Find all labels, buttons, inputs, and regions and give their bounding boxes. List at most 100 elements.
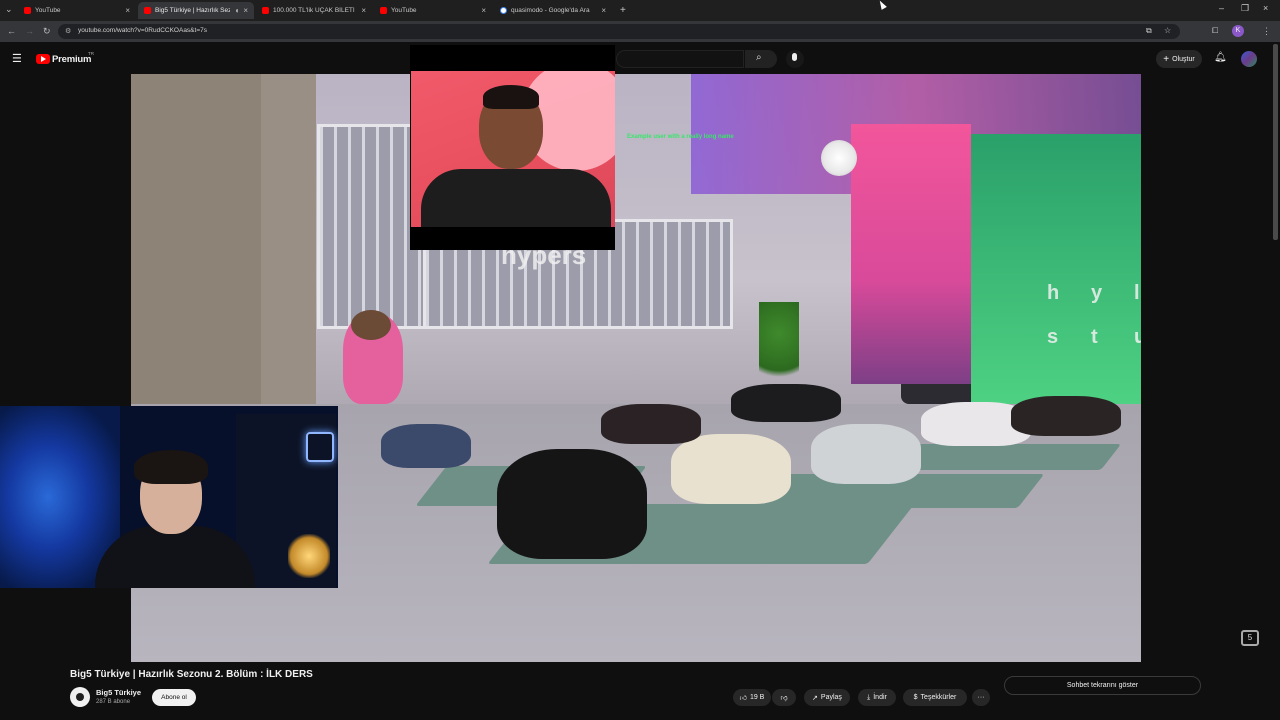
microphone-icon (792, 53, 797, 61)
video-student (1011, 396, 1121, 436)
browser-menu-icon[interactable]: ⋮ (1262, 26, 1271, 37)
tab-title: YouTube (391, 7, 417, 14)
video-wall-letter: l (1134, 282, 1140, 304)
overlay-person-shirt (421, 169, 611, 227)
notifications-bell-icon[interactable]: 🔔︎ (1214, 52, 1227, 63)
video-pink-wall (851, 124, 971, 384)
profile-avatar[interactable]: K (1232, 25, 1244, 37)
download-icon: ⤓ (867, 693, 871, 701)
address-bar[interactable]: ⚙ youtube.com/watch?v=0RudCCKOAas&t=7s ☆… (58, 24, 1180, 39)
like-button[interactable]: 👍︎ 19 B (733, 689, 771, 706)
reload-icon[interactable]: ↻ (43, 26, 51, 37)
hamburger-menu-icon[interactable]: ☰ (12, 52, 22, 65)
channel-avatar[interactable] (70, 687, 90, 707)
super-thanks-icon: $ (913, 694, 918, 701)
like-count: 19 B (749, 694, 765, 701)
video-student (731, 384, 841, 422)
region-badge: TR (88, 51, 94, 56)
share-button[interactable]: ↗ Paylaş (804, 689, 850, 706)
minimize-icon[interactable]: – (1219, 3, 1224, 13)
browser-tab-3[interactable]: 100.000 TL'lik UÇAK BİLETİ İle × (256, 2, 372, 19)
video-instructor-head (351, 310, 391, 340)
create-button[interactable]: + Oluştur (1156, 50, 1202, 68)
browser-tab-5[interactable]: quasimodo - Google'da Ara × (494, 2, 612, 19)
plus-icon: + (1163, 53, 1170, 65)
thumbs-down-icon: 👎︎ (780, 695, 788, 702)
video-lamp (821, 140, 857, 176)
subscriber-count: 287 B abone (96, 699, 131, 705)
page-scrollbar[interactable] (1273, 44, 1278, 240)
browser-tab-1[interactable]: YouTube × (18, 2, 136, 19)
video-wall-letter: s (1047, 326, 1059, 348)
thanks-label: Teşekkürler (920, 694, 957, 701)
site-info-icon[interactable]: ⚙ (65, 27, 71, 35)
video-student (497, 449, 647, 559)
more-actions-button[interactable]: ··· (972, 689, 990, 706)
tab-search-icon[interactable]: ⌄ (5, 4, 13, 15)
video-wall-left (131, 74, 261, 404)
close-tab-icon[interactable]: × (481, 6, 486, 15)
thumbs-up-icon: 👍︎ (739, 695, 747, 702)
video-wall-pillar (261, 74, 316, 404)
youtube-icon (144, 7, 151, 14)
close-window-icon[interactable]: × (1263, 3, 1268, 13)
restore-icon[interactable]: ❐ (1241, 3, 1249, 14)
search-input[interactable] (616, 50, 744, 68)
close-tab-icon[interactable]: × (243, 6, 248, 15)
download-button[interactable]: ⤓ İndir (858, 689, 896, 706)
show-chat-replay-button[interactable]: Sohbet tekrarını göster (1004, 676, 1201, 695)
overlay-clip-image (411, 71, 615, 227)
share-label: Paylaş (820, 694, 842, 701)
search-button[interactable]: ⌕ (745, 50, 777, 68)
dislike-button[interactable]: 👎︎ (772, 689, 796, 706)
channel-watermark-icon[interactable]: 5 (1241, 630, 1259, 646)
mute-tab-icon[interactable]: ◖ (234, 6, 239, 15)
youtube-icon (262, 7, 269, 14)
video-plant (759, 302, 799, 392)
channel-name[interactable]: Big5 Türkiye (96, 688, 141, 697)
video-student (811, 424, 921, 484)
youtube-logo-icon[interactable] (36, 54, 50, 64)
video-student (671, 434, 791, 504)
video-title: Big5 Türkiye | Hazırlık Sezonu 2. Bölüm … (70, 669, 313, 680)
install-app-icon[interactable]: ⧉ (1146, 26, 1152, 36)
webcam-overlay (0, 406, 338, 588)
browser-tab-4[interactable]: YouTube × (374, 2, 492, 19)
voice-search-button[interactable] (786, 50, 804, 68)
forward-icon[interactable]: → (25, 26, 34, 36)
account-avatar[interactable] (1241, 51, 1257, 67)
extensions-icon[interactable]: ⧠ (1212, 26, 1218, 36)
youtube-logo-text[interactable]: Premium (52, 54, 91, 65)
overlay-caption: Example user with a really long name (627, 134, 734, 140)
share-icon: ↗ (812, 694, 818, 702)
webcam-streamer-hair (134, 450, 208, 484)
search-icon: ⌕ (756, 52, 762, 63)
browser-tab-strip: ⌄ YouTube × Big5 Türkiye | Hazırlık Sezo… (0, 0, 1280, 21)
overlay-person-hair (483, 85, 539, 109)
video-wall-letter: u (1134, 326, 1141, 348)
close-tab-icon[interactable]: × (361, 6, 366, 15)
download-label: İndir (873, 694, 887, 701)
video-wall-letter: h (1047, 282, 1060, 304)
video-green-wall (971, 134, 1141, 414)
youtube-icon (24, 7, 31, 14)
webcam-candle-light (288, 534, 330, 578)
google-icon (500, 7, 507, 14)
back-icon[interactable]: ← (7, 26, 16, 36)
overlay-clip (410, 45, 615, 250)
youtube-icon (380, 7, 387, 14)
browser-tab-2[interactable]: Big5 Türkiye | Hazırlık Sezon ◖ × (138, 2, 254, 19)
close-tab-icon[interactable]: × (125, 6, 130, 15)
close-tab-icon[interactable]: × (601, 6, 606, 15)
subscribe-button[interactable]: Abone ol (152, 689, 196, 706)
youtube-top-bar: ☰ Premium TR ⌕ + Oluştur 🔔︎ (0, 42, 1280, 74)
video-wall-letter: y (1091, 282, 1103, 304)
url-text: youtube.com/watch?v=0RudCCKOAas&t=7s (78, 27, 207, 34)
new-tab-button[interactable]: + (614, 2, 630, 19)
tab-title: 100.000 TL'lik UÇAK BİLETİ İle (273, 7, 358, 14)
video-wall-letter: t (1091, 326, 1098, 348)
webcam-neon-sign (306, 432, 334, 462)
bookmark-star-icon[interactable]: ☆ (1164, 26, 1171, 35)
thanks-button[interactable]: $ Teşekkürler (903, 689, 967, 706)
tab-title: Big5 Türkiye | Hazırlık Sezon (155, 7, 231, 14)
